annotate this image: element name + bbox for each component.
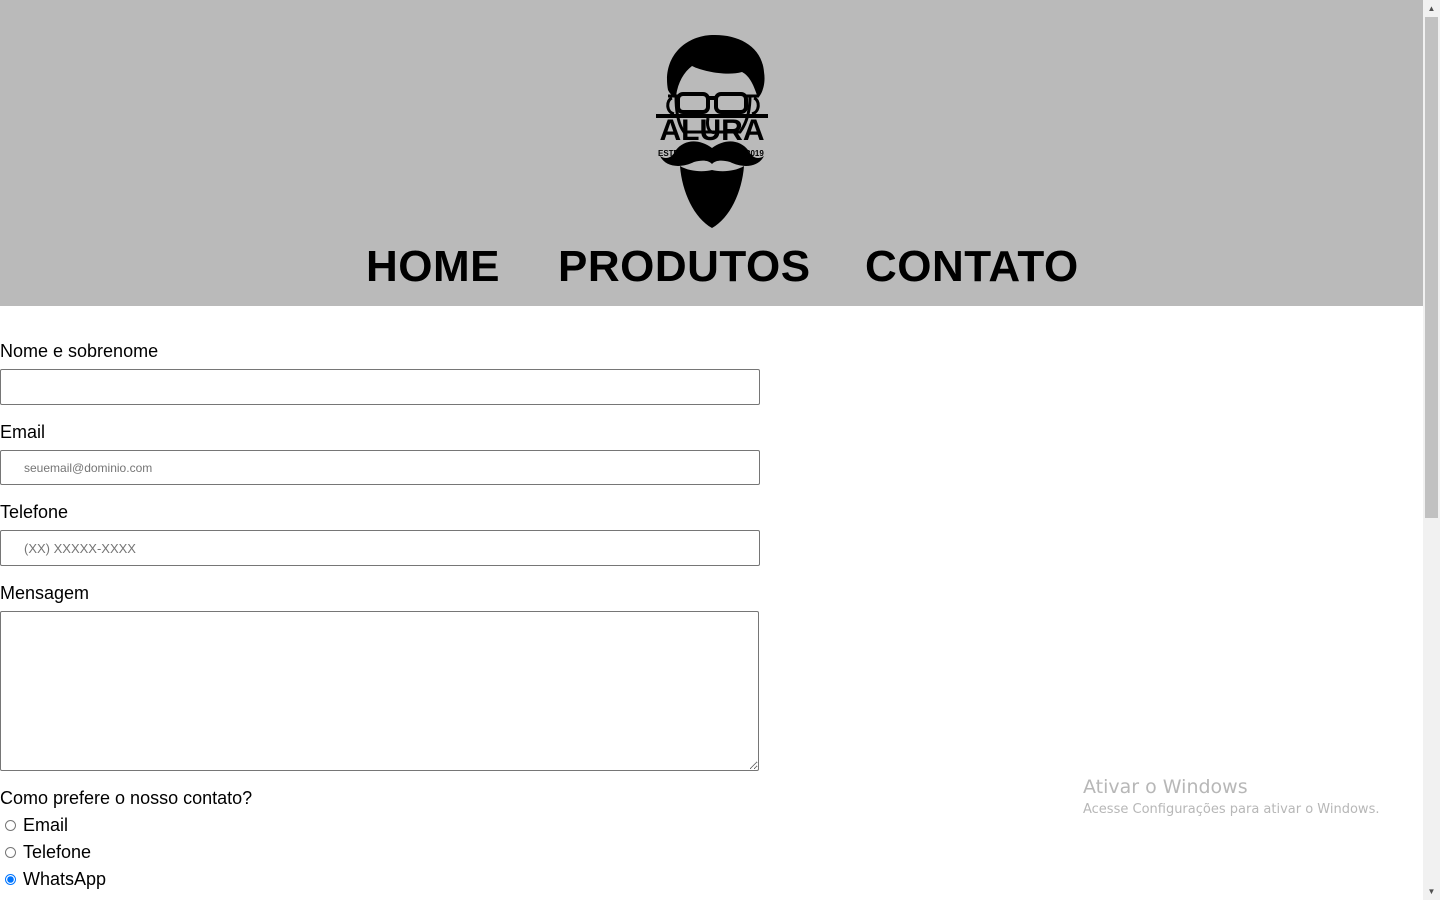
logo-brand-text: ALURA <box>660 114 765 147</box>
vertical-scrollbar[interactable]: ▲ ▼ <box>1423 0 1440 900</box>
email-label: Email <box>0 422 46 442</box>
contact-option-label: Telefone <box>23 841 92 862</box>
contact-option-whatsapp[interactable]: WhatsApp <box>0 868 106 890</box>
contact-option-label: WhatsApp <box>23 868 107 889</box>
site-header: ALURA ESTD 2019 HOME PRODUTOS CONTATO <box>0 0 1423 306</box>
scrollbar-thumb[interactable] <box>1425 17 1438 518</box>
scroll-down-arrow-icon[interactable]: ▼ <box>1423 883 1440 900</box>
nav-link-produtos[interactable]: PRODUTOS <box>558 242 811 292</box>
name-label: Nome e sobrenome <box>0 341 159 361</box>
phone-label: Telefone <box>0 502 69 522</box>
phone-input[interactable] <box>0 530 760 566</box>
watermark-title: Ativar o Windows <box>1083 776 1248 798</box>
radio-telefone[interactable] <box>5 846 16 858</box>
logo-year-text: 2019 <box>746 149 764 158</box>
contact-option-label: Email <box>23 814 69 835</box>
bearded-man-glasses-logo-icon[interactable]: ALURA ESTD 2019 <box>654 32 770 230</box>
page-viewport: ALURA ESTD 2019 HOME PRODUTOS CONTATO No… <box>0 0 1423 900</box>
scroll-up-arrow-icon[interactable]: ▲ <box>1423 0 1440 17</box>
message-label: Mensagem <box>0 583 90 603</box>
radio-whatsapp[interactable] <box>5 873 16 885</box>
name-input[interactable] <box>0 369 760 405</box>
nav-link-contato[interactable]: CONTATO <box>865 242 1079 292</box>
watermark-subtitle: Acesse Configurações para ativar o Windo… <box>1083 802 1380 817</box>
radio-email[interactable] <box>5 819 16 831</box>
nav-link-home[interactable]: HOME <box>366 242 500 292</box>
contact-preference-question: Como prefere o nosso contato? <box>0 788 253 808</box>
main-nav: HOME PRODUTOS CONTATO <box>0 242 1423 292</box>
logo-estd-text: ESTD <box>658 149 680 158</box>
windows-activation-watermark: Ativar o Windows Acesse Configurações pa… <box>1083 775 1379 820</box>
contact-option-email[interactable]: Email <box>0 814 68 836</box>
email-input[interactable] <box>0 450 760 485</box>
contact-option-telefone[interactable]: Telefone <box>0 841 91 863</box>
message-textarea[interactable] <box>0 611 759 771</box>
